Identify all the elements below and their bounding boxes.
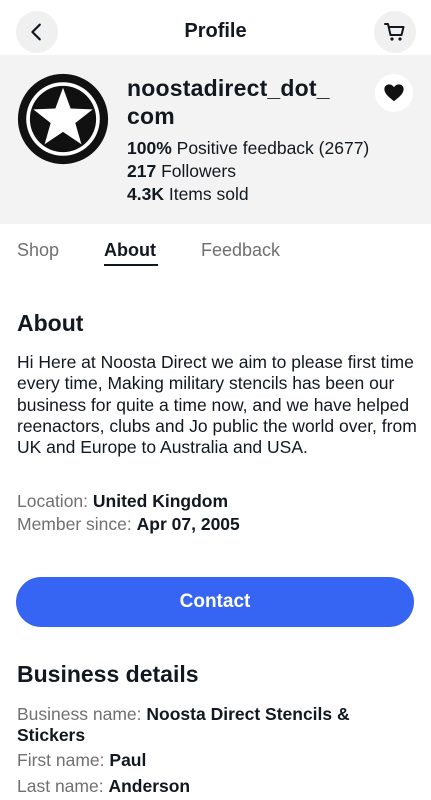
profile-summary: noostadirect_dot_ com 100% Positive feed…	[0, 55, 431, 224]
contact-button[interactable]: Contact	[16, 577, 414, 627]
heart-icon	[384, 84, 404, 102]
profile-tabs: Shop About Feedback	[0, 224, 431, 274]
first-name-label: First name:	[17, 750, 105, 770]
followers-stat: 217 Followers	[127, 160, 236, 182]
cart-button[interactable]	[374, 11, 416, 53]
business-details-heading: Business details	[17, 661, 199, 687]
business-name-row: Business name: Noosta Direct Stencils & …	[17, 704, 417, 746]
cart-icon	[384, 23, 405, 41]
items-sold-stat: 4.3K Items sold	[127, 183, 249, 205]
store-name: noostadirect_dot_ com	[127, 75, 330, 129]
last-name-row: Last name: Anderson	[17, 775, 190, 797]
feedback-label: Positive feedback (2677)	[176, 138, 370, 158]
last-name-value: Anderson	[108, 776, 191, 796]
active-tab-indicator	[104, 264, 158, 266]
member-since-label: Member since:	[17, 514, 132, 534]
items-sold-count: 4.3K	[127, 184, 164, 204]
first-name-value: Paul	[109, 750, 147, 770]
tab-feedback[interactable]: Feedback	[201, 240, 280, 261]
followers-label: Followers	[161, 161, 236, 181]
feedback-percent: 100%	[127, 138, 172, 158]
location-value: United Kingdom	[92, 491, 229, 511]
location-row: Location: United Kingdom	[17, 490, 228, 512]
business-name-label: Business name:	[17, 704, 142, 724]
tab-about[interactable]: About	[104, 240, 156, 261]
tab-shop[interactable]: Shop	[17, 240, 59, 261]
last-name-label: Last name:	[17, 776, 104, 796]
first-name-row: First name: Paul	[17, 749, 146, 771]
avatar[interactable]	[17, 73, 109, 165]
follow-heart-button[interactable]	[375, 74, 413, 112]
feedback-stat: 100% Positive feedback (2677)	[127, 137, 369, 159]
items-sold-label: Items sold	[168, 184, 249, 204]
location-label: Location:	[17, 491, 89, 511]
page-title: Profile	[184, 20, 247, 42]
about-description: Hi Here at Noosta Direct we aim to pleas…	[17, 352, 417, 458]
about-heading: About	[17, 310, 84, 336]
member-since-value: Apr 07, 2005	[136, 514, 240, 534]
followers-count: 217	[127, 161, 157, 181]
member-since-row: Member since: Apr 07, 2005	[17, 513, 240, 535]
